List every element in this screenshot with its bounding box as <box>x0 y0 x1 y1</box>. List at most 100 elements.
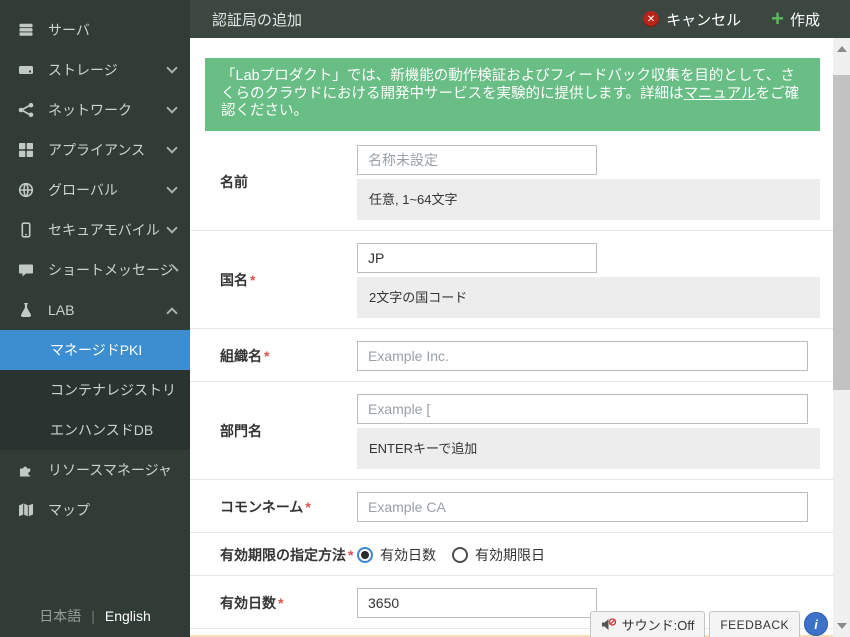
floating-widgets: サウンド:Off FEEDBACK i <box>589 611 828 637</box>
sidebar-item-label: サーバ <box>48 22 90 38</box>
scrollbar-thumb[interactable] <box>833 75 850 390</box>
sidebar-item-label: セキュアモバイル <box>48 222 160 238</box>
vertical-scrollbar[interactable] <box>833 38 850 637</box>
map-icon <box>18 502 35 518</box>
puzzle-icon <box>18 462 35 478</box>
cancel-button-label: キャンセル <box>666 11 742 29</box>
help-info-button[interactable]: i <box>804 612 828 636</box>
field-label: 有効日数 * <box>220 594 284 611</box>
lab-info-banner: 「Labプロダクト」では、新機能の動作検証およびフィードバック収集を目的として、… <box>205 58 820 131</box>
sidebar-item-label: ショートメッセージ <box>48 262 174 278</box>
department-input[interactable] <box>357 393 808 424</box>
sidebar-item-label: アプライアンス <box>48 142 146 158</box>
sidebar-item-short-message[interactable]: ショートメッセージ <box>0 250 190 290</box>
sidebar-item-container-registry[interactable]: コンテナレジストリ <box>0 370 190 410</box>
field-helper-text: ENTERキーで追加 <box>357 427 820 469</box>
sidebar-item-label: マネージドPKI <box>50 342 143 358</box>
language-en-link[interactable]: English <box>105 608 151 624</box>
scroll-up-arrow-icon[interactable] <box>837 46 847 52</box>
info-icon: i <box>814 616 818 632</box>
storage-icon <box>18 62 35 78</box>
sidebar-item-map[interactable]: マップ <box>0 490 190 530</box>
manual-link[interactable]: マニュアル <box>684 86 756 102</box>
lab-submenu: マネージドPKI コンテナレジストリ エンハンスドDB <box>0 330 190 450</box>
sidebar-item-network[interactable]: ネットワーク <box>0 90 190 130</box>
sound-toggle-button[interactable]: サウンド:Off <box>589 611 706 637</box>
language-switcher: 日本語 | English <box>0 606 190 626</box>
appliance-icon <box>18 142 35 158</box>
message-icon <box>18 262 35 278</box>
sidebar-item-managed-pki[interactable]: マネージドPKI <box>0 330 190 370</box>
form-row-name: 名前 任意, 1~64文字 <box>190 133 833 231</box>
chevron-up-icon <box>166 306 178 319</box>
sidebar-item-label: ストレージ <box>48 62 118 78</box>
form-row-common-name: コモンネーム * <box>190 480 833 533</box>
chevron-down-icon <box>166 62 178 74</box>
sidebar-item-appliance[interactable]: アプライアンス <box>0 130 190 170</box>
sidebar-item-secure-mobile[interactable]: セキュアモバイル <box>0 210 190 250</box>
chevron-down-icon <box>166 142 178 154</box>
form-row-organization: 組織名 * <box>190 329 833 382</box>
language-divider: | <box>91 608 95 624</box>
sidebar-item-enhanced-db[interactable]: エンハンスドDB <box>0 410 190 450</box>
cancel-button[interactable]: ✕ キャンセル <box>643 9 741 30</box>
chevron-down-icon <box>166 222 178 234</box>
organization-input[interactable] <box>357 340 808 371</box>
flask-icon <box>18 302 35 318</box>
radio-label: 有効日数 <box>380 546 436 563</box>
sidebar-item-label: グローバル <box>48 182 118 198</box>
network-icon <box>18 102 35 118</box>
server-icon <box>18 22 35 38</box>
field-label: 組織名 * <box>220 347 270 364</box>
speaker-muted-icon <box>601 618 616 630</box>
field-label: 部門名 <box>220 423 262 439</box>
name-input[interactable] <box>357 144 597 175</box>
create-button-label: 作成 <box>789 11 820 29</box>
mobile-icon <box>18 222 35 238</box>
sidebar-item-label: コンテナレジストリ <box>50 382 176 398</box>
valid-days-input[interactable] <box>357 587 597 618</box>
plus-icon: + <box>771 6 784 31</box>
sidebar-item-label: マップ <box>48 502 90 518</box>
sidebar: サーバ ストレージ ネットワーク アプライアンス グローバル セキュアモバイル <box>0 0 190 637</box>
sidebar-item-storage[interactable]: ストレージ <box>0 50 190 90</box>
form-row-expiry-method: 有効期限の指定方法 * 有効日数 有効期限日 <box>190 533 833 576</box>
radio-valid-days[interactable]: 有効日数 <box>357 545 436 565</box>
sidebar-item-server[interactable]: サーバ <box>0 10 190 50</box>
page-title: 認証局の追加 <box>212 11 303 29</box>
required-marker: * <box>264 347 270 364</box>
feedback-label: FEEDBACK <box>720 617 789 632</box>
country-input[interactable] <box>357 242 597 273</box>
sidebar-item-label: リソースマネージャ <box>48 462 172 478</box>
radio-selected-icon <box>357 546 373 563</box>
field-label: 有効期限の指定方法 * <box>220 546 354 563</box>
feedback-button[interactable]: FEEDBACK <box>709 611 800 637</box>
form-row-department: 部門名 ENTERキーで追加 <box>190 382 833 480</box>
sound-toggle-label: サウンド:Off <box>621 618 695 633</box>
required-marker: * <box>348 546 354 563</box>
radio-expiry-date[interactable]: 有効期限日 <box>452 545 545 565</box>
topbar: 認証局の追加 ✕ キャンセル + 作成 <box>190 0 850 38</box>
sidebar-item-global[interactable]: グローバル <box>0 170 190 210</box>
scroll-down-arrow-icon[interactable] <box>837 623 847 629</box>
chevron-down-icon <box>166 102 178 114</box>
expiry-method-radio-group: 有効日数 有効期限日 <box>357 545 820 565</box>
required-marker: * <box>278 594 284 611</box>
radio-label: 有効期限日 <box>475 546 545 563</box>
chevron-down-icon <box>166 182 178 194</box>
main-content: 「Labプロダクト」では、新機能の動作検証およびフィードバック収集を目的として、… <box>190 38 833 637</box>
radio-unselected-icon <box>452 546 468 563</box>
common-name-input[interactable] <box>357 491 808 522</box>
create-button[interactable]: + 作成 <box>771 6 820 31</box>
sidebar-item-label: ネットワーク <box>48 102 132 118</box>
field-helper-text: 2文字の国コード <box>357 276 820 318</box>
field-label: 名前 <box>220 174 248 190</box>
language-ja-link[interactable]: 日本語 <box>39 608 81 624</box>
cancel-x-icon: ✕ <box>643 11 660 27</box>
required-marker: * <box>305 498 311 515</box>
sidebar-item-lab[interactable]: LAB <box>0 290 190 330</box>
sidebar-item-resource-manager[interactable]: リソースマネージャ <box>0 450 190 490</box>
field-helper-text: 任意, 1~64文字 <box>357 178 820 220</box>
field-label: 国名 * <box>220 272 256 288</box>
sidebar-item-label: LAB <box>48 302 75 318</box>
